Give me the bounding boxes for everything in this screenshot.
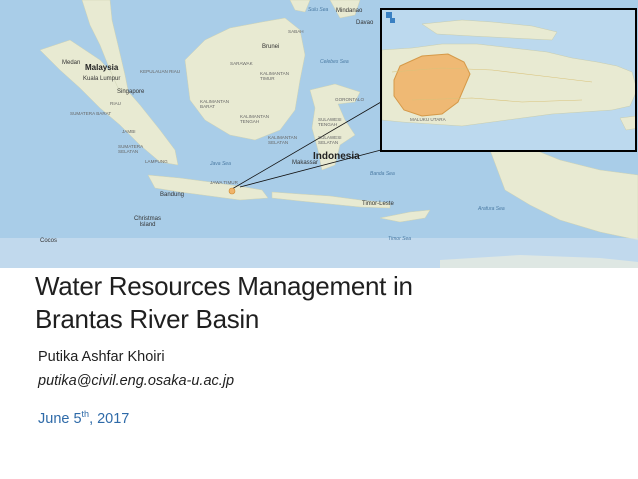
map-label-sulawesi-tengah: SULAWESI TENGAH bbox=[318, 117, 342, 127]
map-label-sumatera-barat: SUMATERA BARAT bbox=[70, 111, 112, 116]
inset-map-east-java bbox=[380, 8, 637, 152]
map-label-kalimantan-timur: KALIMANTAN TIMUR bbox=[260, 71, 290, 81]
title-line-2: Brantas River Basin bbox=[35, 304, 260, 334]
map-label-medan: Medan bbox=[62, 60, 81, 66]
map-label-makassar: Makassar bbox=[292, 160, 319, 166]
map-label-christmas-island: Christmas Island bbox=[134, 216, 162, 228]
map-label-timor-sea: Timor Sea bbox=[388, 236, 412, 242]
map-label-arafura-sea: Arafura Sea bbox=[478, 206, 505, 212]
inset-map-graphic bbox=[382, 10, 635, 150]
map-label-brunei: Brunei bbox=[262, 44, 280, 50]
map-label-timor-leste: Timor-Leste bbox=[362, 201, 394, 207]
map-label-davao: Davao bbox=[356, 20, 374, 26]
map-label-malaysia: Malaysia bbox=[85, 63, 119, 72]
map-label-lampung: LAMPUNG bbox=[145, 159, 168, 164]
map-label-kepulauan-riau: KEPULAUAN RIAU bbox=[140, 69, 181, 74]
map-label-bandung: Bandung bbox=[160, 192, 185, 198]
map-label-cocos: Cocos bbox=[40, 238, 58, 244]
map-label-kalimantan-tengah: KALIMANTAN TENGAH bbox=[240, 114, 270, 124]
map-label-gorontalo: GORONTALO bbox=[335, 97, 365, 102]
map-label-java-sea: Java Sea bbox=[210, 161, 231, 167]
map-label-jambi: JAMBI bbox=[122, 129, 136, 134]
location-marker bbox=[228, 187, 236, 195]
indonesia-map: Medan Malaysia Kuala Lumpur Singapore In… bbox=[0, 0, 638, 268]
map-label-sumatera-selatan: SUMATERA SELATAN bbox=[118, 144, 144, 154]
title-line-1: Water Resources Management in bbox=[35, 271, 413, 301]
map-label-kuala-lumpur: Kuala Lumpur bbox=[83, 76, 121, 82]
map-label-sulawesi-selatan: SULAWESI SELATAN bbox=[318, 135, 342, 145]
author-name: Putika Ashfar Khoiri bbox=[38, 349, 165, 365]
date-main: June 5 bbox=[38, 411, 82, 427]
map-label-celebes-sea: Celebes Sea bbox=[320, 59, 349, 65]
map-label-jawa-timur: JAWA TIMUR bbox=[210, 180, 238, 185]
presentation-date: June 5th, 2017 bbox=[38, 409, 130, 428]
map-label-banda-sea: Banda Sea bbox=[370, 171, 395, 177]
map-label-kalimantan-barat: KALIMANTAN BARAT bbox=[200, 99, 230, 109]
map-label-sarawak: SARAWAK bbox=[230, 61, 253, 66]
map-label-indonesia: Indonesia bbox=[313, 151, 360, 162]
map-label-riau: RIAU bbox=[110, 101, 121, 106]
slide-title: Water Resources Management in Brantas Ri… bbox=[35, 270, 413, 336]
map-label-maluku-utara: MALUKU UTARA bbox=[410, 117, 446, 122]
date-year: , 2017 bbox=[89, 411, 130, 427]
map-label-sabah: SABAH bbox=[288, 29, 304, 34]
map-label-kalimantan-selatan: KALIMANTAN SELATAN bbox=[268, 135, 298, 145]
map-label-sulu-sea: Sulu Sea bbox=[308, 7, 329, 13]
map-label-singapore: Singapore bbox=[117, 89, 145, 95]
date-suffix: th bbox=[81, 409, 90, 419]
author-email: putika@civil.eng.osaka-u.ac.jp bbox=[38, 373, 235, 389]
map-label-mindanao: Mindanao bbox=[336, 8, 363, 14]
